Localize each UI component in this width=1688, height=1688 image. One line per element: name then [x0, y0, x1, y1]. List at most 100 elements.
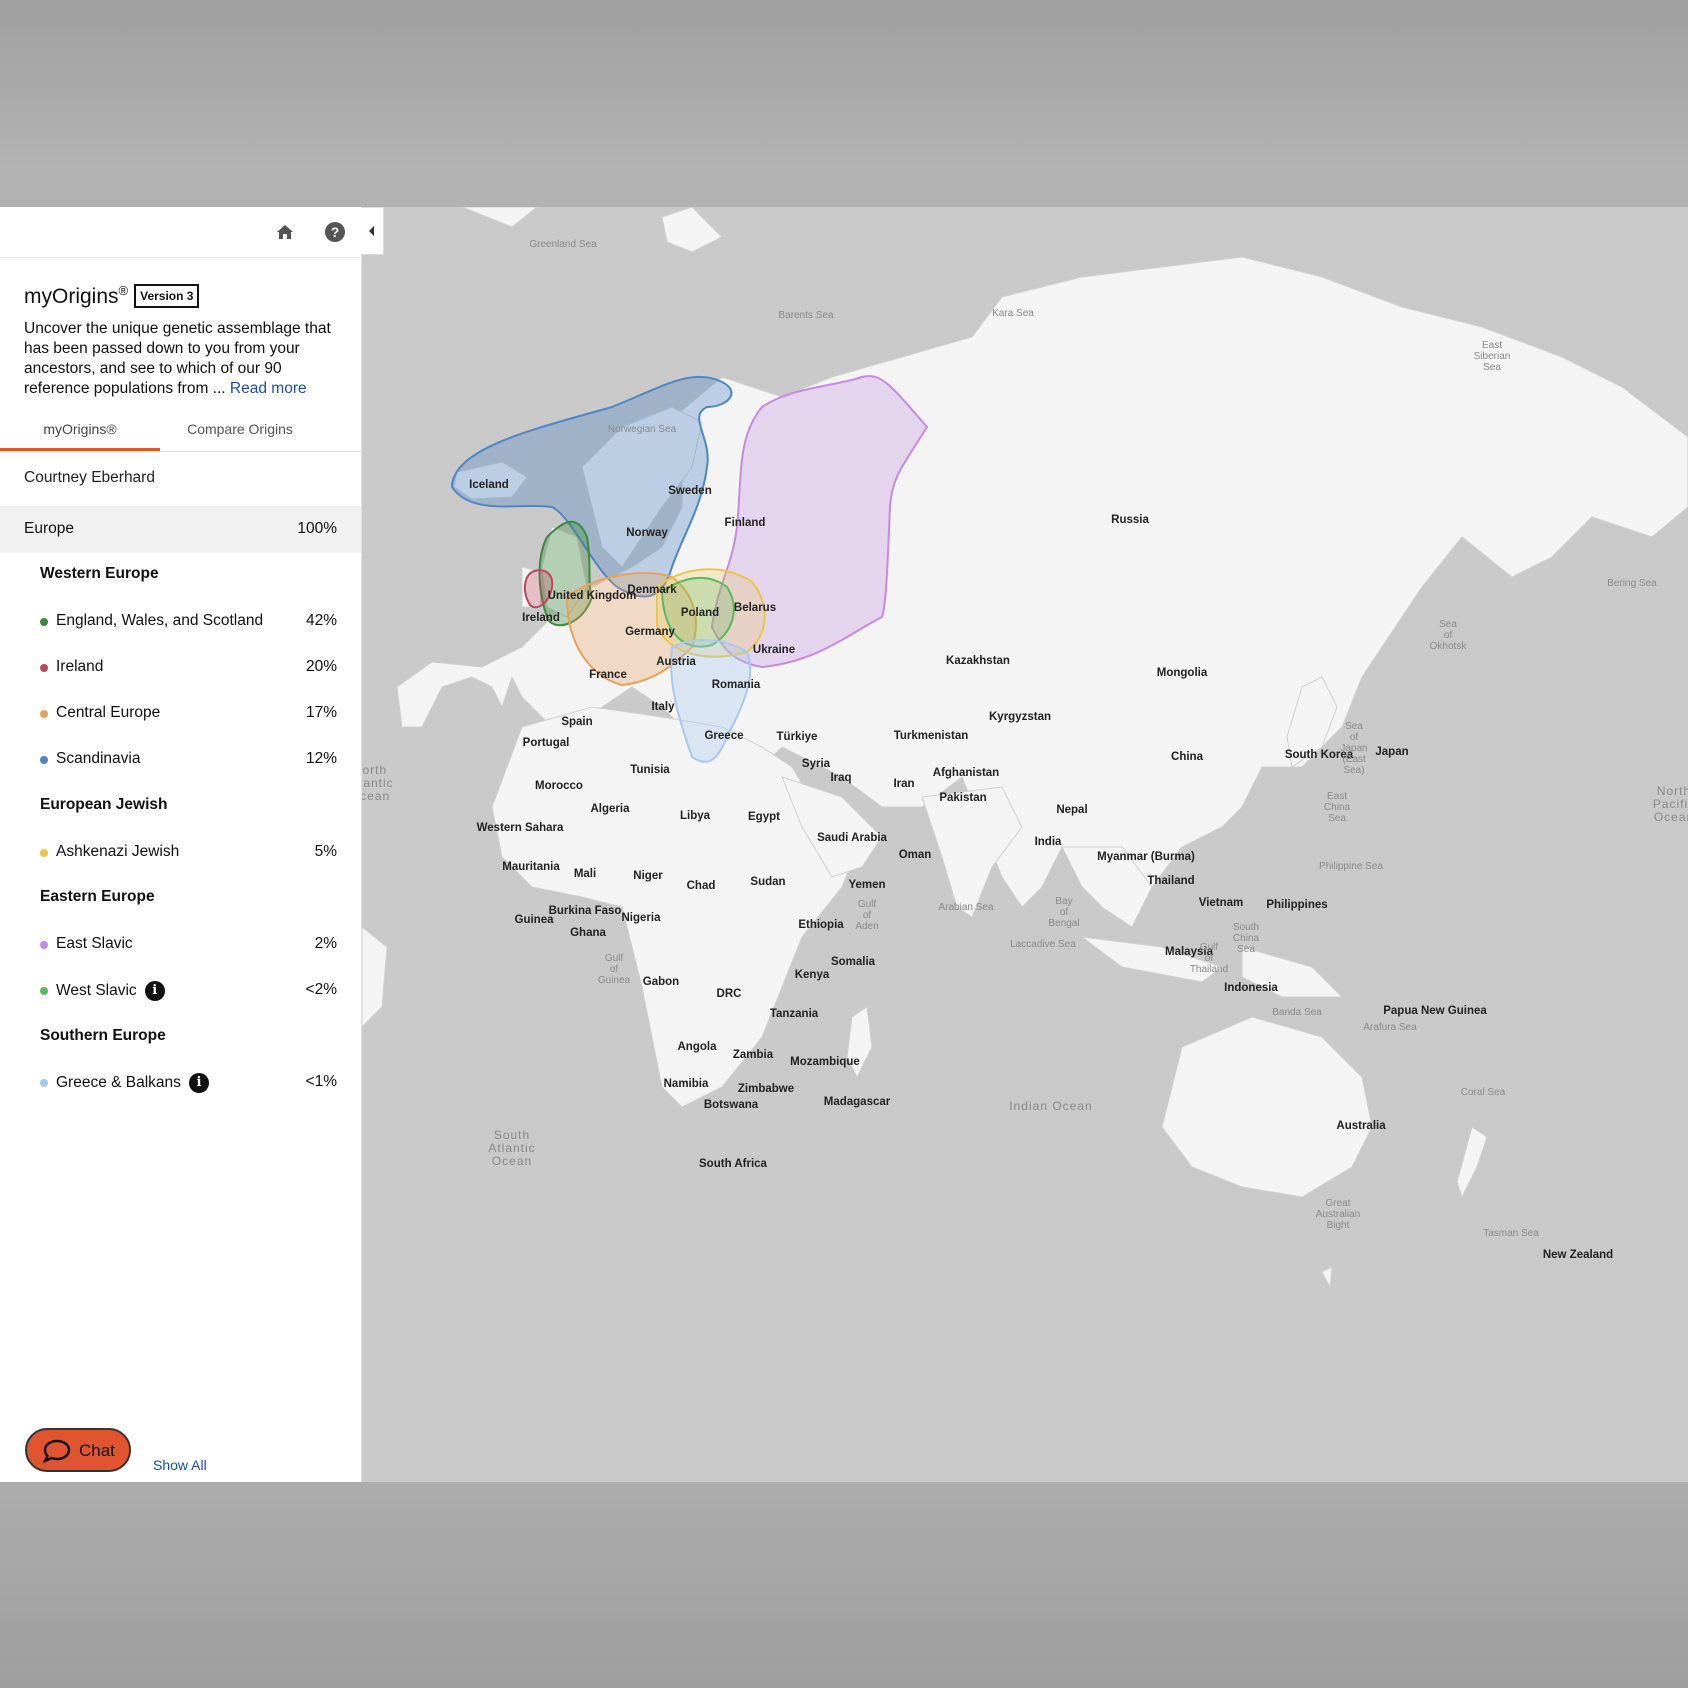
- tab-bar: myOrigins® Compare Origins: [0, 409, 361, 452]
- app-title-row: myOrigins® Version 3: [24, 283, 200, 309]
- denmark-label: Denmark: [627, 584, 677, 596]
- laccadive-sea-label: Laccadive Sea: [1010, 939, 1076, 950]
- tab-myorigins[interactable]: myOrigins®: [0, 409, 160, 451]
- list-item[interactable]: East Slavic 2%: [0, 933, 361, 957]
- list-item[interactable]: Ashkenazi Jewish 5%: [0, 841, 361, 865]
- norway-label: Norway: [626, 527, 668, 539]
- russia-label: Russia: [1111, 514, 1149, 526]
- show-all-link[interactable]: Show All: [153, 1457, 207, 1473]
- t-rkiye-label: Türkiye: [777, 731, 818, 743]
- color-dot: [40, 849, 48, 857]
- collapse-sidebar-button[interactable]: [361, 207, 384, 255]
- svg-text:?: ?: [331, 224, 340, 240]
- oman-label: Oman: [899, 849, 932, 861]
- tab-compare-origins[interactable]: Compare Origins: [160, 409, 320, 451]
- region-label: Europe: [24, 520, 74, 537]
- ireland-label: Ireland: [522, 612, 560, 624]
- zambia-label: Zambia: [733, 1049, 774, 1061]
- arabian-sea-label: Arabian Sea: [938, 902, 993, 913]
- sudan-label: Sudan: [750, 876, 785, 888]
- turkmenistan-label: Turkmenistan: [894, 730, 969, 742]
- pakistan-label: Pakistan: [939, 792, 986, 804]
- region-europe-row[interactable]: Europe 100%: [0, 506, 361, 553]
- help-icon[interactable]: ?: [324, 221, 346, 243]
- ghana-label: Ghana: [570, 927, 606, 939]
- chat-label: Chat: [79, 1441, 115, 1460]
- botswana-label: Botswana: [704, 1099, 759, 1111]
- bering-sea-label: Bering Sea: [1607, 578, 1657, 589]
- indian-ocean-label: Indian Ocean: [1009, 1099, 1092, 1113]
- ancestry-map[interactable]: Iceland Sweden Norway Finland Russia United K…: [346, 207, 1688, 1482]
- info-icon[interactable]: i: [144, 981, 165, 1001]
- portugal-label: Portugal: [523, 737, 570, 749]
- list-item[interactable]: Ireland 20%: [0, 656, 361, 680]
- south-atlantic-ocean-label: South Atlantic Ocean: [488, 1128, 535, 1168]
- australia-label: Australia: [1336, 1120, 1386, 1132]
- romania-label: Romania: [712, 679, 761, 691]
- sweden-label: Sweden: [668, 485, 711, 497]
- finland-label: Finland: [725, 517, 766, 529]
- chat-button[interactable]: Chat: [25, 1428, 131, 1472]
- sidebar-toolbar: ?: [0, 207, 361, 258]
- syria-label: Syria: [802, 758, 831, 770]
- nigeria-label: Nigeria: [622, 912, 662, 924]
- info-icon[interactable]: i: [188, 1073, 209, 1093]
- arafura-sea-label: Arafura Sea: [1363, 1022, 1417, 1033]
- chat-bubble-icon: [42, 1438, 72, 1469]
- chad-label: Chad: [687, 880, 716, 892]
- guinea-label: Guinea: [515, 914, 555, 926]
- group-european-jewish: European Jewish: [40, 796, 168, 813]
- iraq-label: Iraq: [830, 772, 851, 784]
- kazakhstan-label: Kazakhstan: [946, 655, 1010, 667]
- france-label: France: [589, 669, 627, 681]
- greenland-sea-label: Greenland Sea: [529, 239, 597, 250]
- ukraine-label: Ukraine: [753, 644, 795, 656]
- tasman-sea-label: Tasman Sea: [1483, 1228, 1539, 1239]
- gabon-label: Gabon: [643, 976, 679, 988]
- afghanistan-label: Afghanistan: [933, 767, 999, 779]
- myanmar-burma-label: Myanmar (Burma): [1097, 851, 1195, 863]
- color-dot: [40, 756, 48, 764]
- group-southern-europe: Southern Europe: [40, 1027, 166, 1044]
- app-window: Iceland Sweden Norway Finland Russia United K…: [0, 207, 1688, 1482]
- belarus-label: Belarus: [734, 602, 776, 614]
- japan-label: Japan: [1375, 746, 1408, 758]
- barents-sea-label: Barents Sea: [778, 310, 833, 321]
- tunisia-label: Tunisia: [630, 764, 670, 776]
- color-dot: [40, 1079, 48, 1087]
- app-title: myOrigins®: [24, 283, 129, 308]
- indonesia-label: Indonesia: [1224, 982, 1278, 994]
- mozambique-label: Mozambique: [790, 1056, 860, 1068]
- zimbabwe-label: Zimbabwe: [738, 1083, 794, 1095]
- tanzania-label: Tanzania: [770, 1008, 819, 1020]
- user-name[interactable]: Courtney Eberhard: [24, 469, 155, 487]
- sidebar-panel: ? myOrigins® Version 3 Uncover the uniqu…: [0, 207, 362, 1482]
- home-icon[interactable]: [274, 221, 296, 243]
- region-percent: 100%: [297, 520, 337, 537]
- morocco-label: Morocco: [535, 780, 583, 792]
- south-africa-label: South Africa: [699, 1158, 768, 1170]
- chevron-left-icon: [361, 226, 383, 258]
- list-item[interactable]: Greece & Balkans i <1%: [0, 1071, 361, 1095]
- united-kingdom-label: United Kingdom: [548, 590, 637, 602]
- kara-sea-label: Kara Sea: [992, 308, 1034, 319]
- app-description: Uncover the unique genetic assemblage th…: [24, 320, 331, 397]
- version-badge: Version 3: [134, 284, 200, 308]
- austria-label: Austria: [656, 656, 696, 668]
- niger-label: Niger: [633, 870, 663, 882]
- read-more-link[interactable]: Read more: [230, 380, 307, 397]
- philippines-label: Philippines: [1266, 899, 1327, 911]
- thailand-label: Thailand: [1147, 875, 1194, 887]
- list-item[interactable]: Scandinavia 12%: [0, 748, 361, 772]
- north-pacific-ocean-label: NorthPacificOcean: [1653, 784, 1688, 824]
- list-item[interactable]: England, Wales, and Scotland 42%: [0, 610, 361, 634]
- papua-new-guinea-label: Papua New Guinea: [1383, 1005, 1487, 1017]
- list-item[interactable]: Central Europe 17%: [0, 702, 361, 726]
- iceland-label: Iceland: [469, 479, 509, 491]
- group-eastern-europe: Eastern Europe: [40, 888, 155, 905]
- group-western-europe: Western Europe: [40, 565, 159, 582]
- list-item[interactable]: West Slavic i <2%: [0, 979, 361, 1003]
- india-label: India: [1035, 836, 1062, 848]
- norwegian-sea-label: Norwegian Sea: [608, 424, 677, 435]
- mongolia-label: Mongolia: [1157, 667, 1208, 679]
